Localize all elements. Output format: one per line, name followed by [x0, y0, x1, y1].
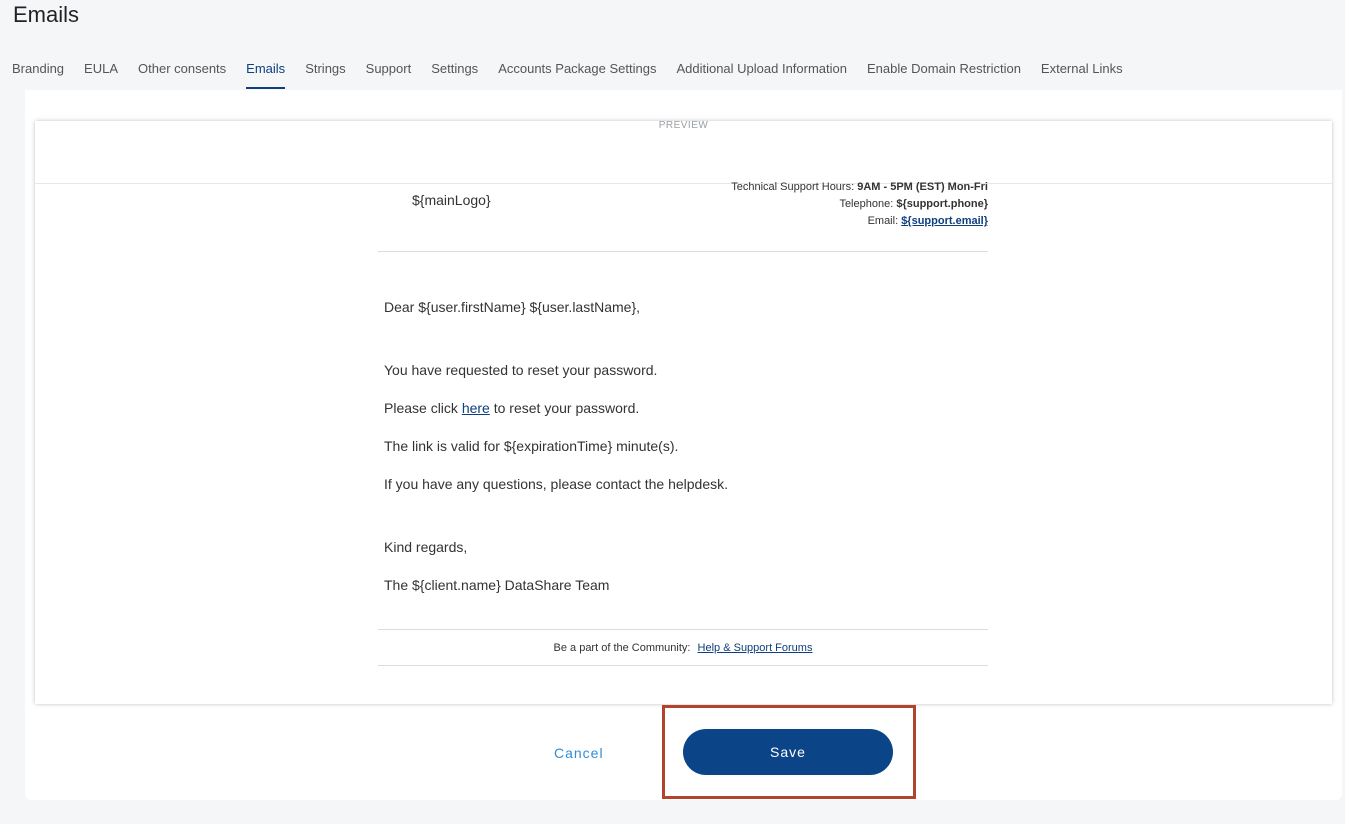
tab-strings[interactable]: Strings [305, 58, 345, 89]
email-header: ${mainLogo} Technical Support Hours: 9AM… [378, 176, 988, 252]
tab-bar: Branding EULA Other consents Emails Stri… [0, 58, 1345, 90]
page-title: Emails [13, 2, 80, 27]
tab-eula[interactable]: EULA [84, 58, 118, 89]
preview-label-wrap: PREVIEW [35, 121, 1332, 131]
support-email-label: Email: [867, 215, 899, 227]
email-line-click-after: to reset your password. [493, 400, 640, 416]
email-line-click-before: Please click [384, 400, 458, 416]
tab-enable-domain-restriction[interactable]: Enable Domain Restriction [867, 58, 1021, 89]
save-button[interactable]: Save [683, 729, 893, 775]
support-telephone-value: ${support.phone} [896, 198, 988, 210]
tab-settings[interactable]: Settings [431, 58, 478, 89]
email-line-click: Please click here to reset your password… [384, 398, 982, 436]
main-logo-placeholder: ${mainLogo} [412, 192, 491, 208]
support-hours-value: 9AM - 5PM (EST) Mon-Fri [857, 181, 988, 193]
support-telephone: Telephone: ${support.phone} [731, 196, 988, 213]
email-template: ${mainLogo} Technical Support Hours: 9AM… [378, 176, 988, 666]
support-email-link[interactable]: ${support.email} [901, 215, 988, 227]
email-footer: Be a part of the Community: Help & Suppo… [378, 629, 988, 666]
email-line-questions: If you have any questions, please contac… [384, 476, 729, 492]
email-signature: The ${client.name} DataShare Team [384, 577, 610, 593]
email-closing: Kind regards, [384, 539, 468, 555]
support-hours-label: Technical Support Hours: [731, 181, 855, 193]
email-body: Dear ${user.firstName} ${user.lastName},… [378, 252, 988, 613]
help-support-forums-link[interactable]: Help & Support Forums [698, 642, 813, 654]
tab-external-links[interactable]: External Links [1041, 58, 1123, 89]
email-line-request: You have requested to reset your passwor… [384, 362, 658, 378]
support-hours: Technical Support Hours: 9AM - 5PM (EST)… [731, 179, 988, 196]
support-email: Email: ${support.email} [731, 213, 988, 230]
email-line-validity: The link is valid for ${expirationTime} … [384, 438, 679, 454]
tab-accounts-package-settings[interactable]: Accounts Package Settings [498, 58, 656, 89]
tab-branding[interactable]: Branding [12, 58, 64, 89]
preview-label: PREVIEW [648, 121, 719, 131]
footer-community-text: Be a part of the Community: [553, 642, 691, 654]
cancel-button[interactable]: Cancel [554, 745, 603, 761]
tab-additional-upload-information[interactable]: Additional Upload Information [676, 58, 847, 89]
reset-password-link[interactable]: here [462, 400, 490, 416]
tab-support[interactable]: Support [366, 58, 412, 89]
tab-emails[interactable]: Emails [246, 58, 286, 89]
support-telephone-label: Telephone: [839, 198, 894, 210]
content-panel: ${mainLogo} Technical Support Hours: 9AM… [25, 90, 1342, 800]
email-greeting: Dear ${user.firstName} ${user.lastName}, [384, 299, 641, 315]
tab-other-consents[interactable]: Other consents [138, 58, 226, 89]
support-info: Technical Support Hours: 9AM - 5PM (EST)… [731, 179, 988, 230]
email-preview: ${mainLogo} Technical Support Hours: 9AM… [35, 121, 1332, 704]
